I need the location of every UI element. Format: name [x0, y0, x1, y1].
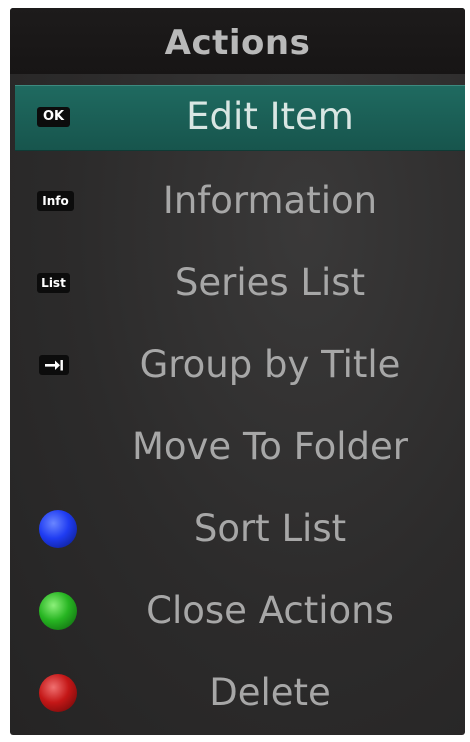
menu-item-label: Series List — [174, 261, 366, 304]
menu-item-edit-item[interactable]: OK Edit Item — [15, 85, 465, 151]
ok-key-icon: OK — [37, 107, 70, 127]
menu-item-group-by-title[interactable]: Group by Title — [15, 334, 465, 398]
green-button-icon — [39, 592, 77, 630]
actions-panel: Actions OK Edit Item Info Information Li… — [10, 8, 465, 735]
red-button-icon — [39, 674, 77, 712]
menu-item-label: Sort List — [193, 507, 347, 550]
arrow-to-bar-icon — [39, 355, 69, 375]
menu-item-label: Information — [162, 179, 378, 222]
menu-item-series-list[interactable]: List Series List — [15, 252, 465, 316]
menu-item-move-to-folder[interactable]: Move To Folder — [15, 416, 465, 480]
menu-item-label: Delete — [209, 671, 331, 714]
panel-header: Actions — [10, 8, 465, 74]
menu-item-sort-list[interactable]: Sort List — [15, 498, 465, 562]
menu-item-label: Move To Folder — [131, 425, 409, 468]
menu-item-delete[interactable]: Delete — [15, 662, 465, 726]
menu-item-label: Edit Item — [186, 95, 354, 138]
menu-item-label: Close Actions — [146, 589, 394, 632]
blue-button-icon — [39, 510, 77, 548]
info-key-icon: Info — [37, 191, 74, 211]
menu-item-information[interactable]: Info Information — [15, 170, 465, 234]
list-key-icon: List — [37, 273, 70, 293]
menu-item-label: Group by Title — [139, 343, 401, 386]
menu-item-close-actions[interactable]: Close Actions — [15, 580, 465, 644]
panel-title: Actions — [164, 23, 311, 63]
